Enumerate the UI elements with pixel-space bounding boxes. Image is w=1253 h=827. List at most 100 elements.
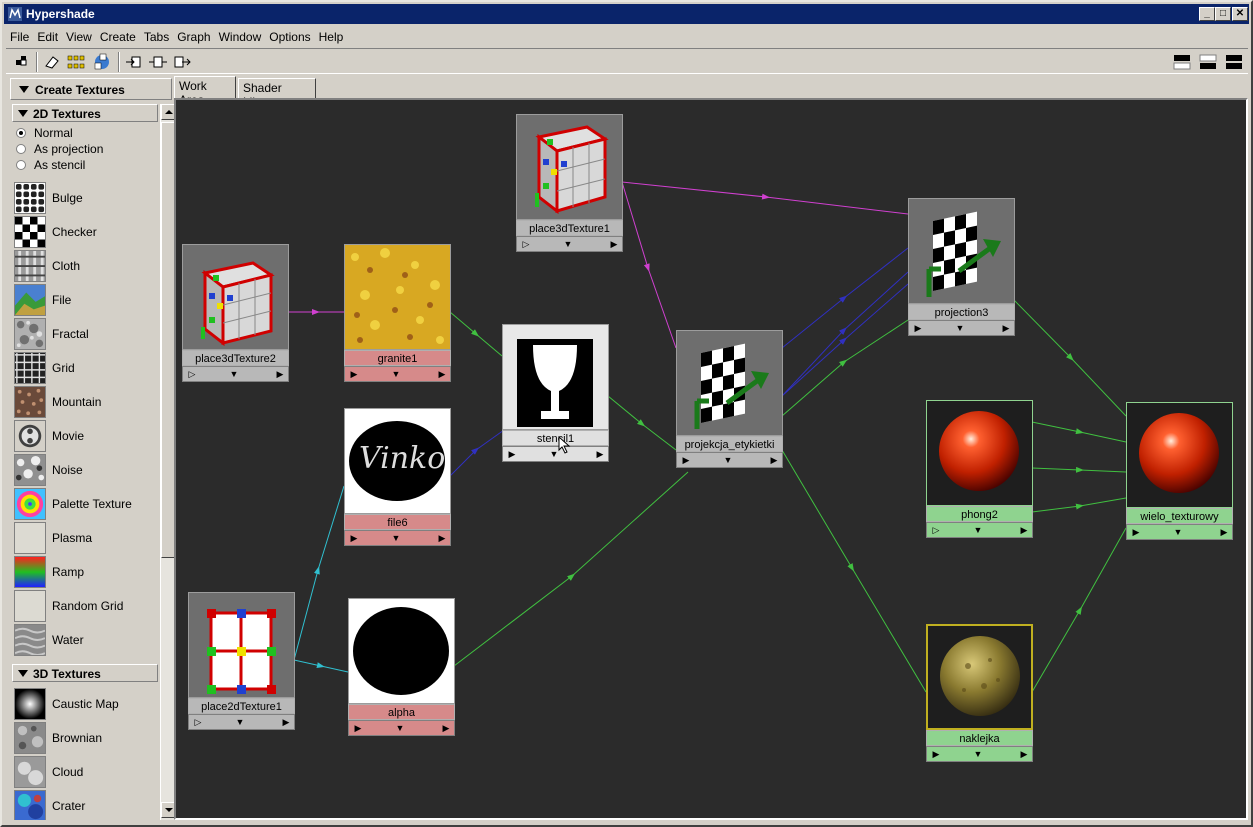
play-icon[interactable]: ▶ (999, 321, 1013, 335)
texture-checker[interactable]: Checker (12, 216, 156, 248)
play-icon[interactable]: ▶ (347, 531, 361, 545)
close-button[interactable]: ✕ (1232, 7, 1248, 21)
expand-down-icon[interactable]: ▼ (389, 531, 403, 545)
maximize-button[interactable]: □ (1215, 7, 1231, 21)
radio-as-projection[interactable]: As projection (14, 142, 154, 156)
expand-down-icon[interactable]: ▼ (227, 367, 241, 381)
menu-graph[interactable]: Graph (173, 28, 214, 46)
play-icon[interactable]: ▶ (435, 531, 449, 545)
collapse-triangle-icon[interactable] (19, 86, 29, 93)
input-output-connections-icon[interactable] (148, 52, 168, 72)
node-place2dtexture1[interactable]: place2dTexture1 ▷ ▼ ▶ (188, 592, 295, 732)
radio-dot[interactable] (16, 144, 26, 154)
menu-window[interactable]: Window (215, 28, 266, 46)
node-granite1[interactable]: granite1 ▶ ▼ ▶ (344, 244, 451, 384)
texture-bulge[interactable]: Bulge (12, 182, 156, 214)
collapse-triangle-icon[interactable] (18, 670, 28, 677)
layout-top-only-icon[interactable] (1172, 52, 1192, 72)
toggle-create-bar-icon[interactable] (12, 52, 32, 72)
layout-bottom-only-icon[interactable] (1198, 52, 1218, 72)
menu-tabs[interactable]: Tabs (140, 28, 173, 46)
play-icon[interactable]: ▶ (435, 367, 449, 381)
play-icon[interactable]: ▶ (593, 447, 607, 461)
play-icon[interactable]: ▶ (347, 367, 361, 381)
expand-down-icon[interactable]: ▼ (561, 237, 575, 251)
texture-file[interactable]: File (12, 284, 156, 316)
play-icon[interactable]: ▶ (911, 321, 925, 335)
node-wielo-texturowy[interactable]: wielo_texturowy ▶ ▼ ▶ (1126, 402, 1233, 542)
radio-dot[interactable] (16, 128, 26, 138)
node-place3dtexture1[interactable]: place3dTexture1 ▷ ▼ ▶ (516, 114, 623, 254)
play-icon[interactable]: ▶ (351, 721, 365, 735)
texture-plasma[interactable]: Plasma (12, 522, 156, 554)
texture-palette[interactable]: Palette Texture (12, 488, 156, 520)
input-connections-icon[interactable] (124, 52, 144, 72)
expand-down-icon[interactable]: ▼ (971, 523, 985, 537)
node-projekcja-etykietki[interactable]: projekcja_etykietki ▶ ▼ ▶ (676, 330, 783, 470)
expand-right-icon[interactable]: ▷ (191, 715, 205, 729)
play-icon[interactable]: ▶ (1129, 525, 1143, 539)
menu-create[interactable]: Create (96, 28, 140, 46)
output-connections-icon[interactable] (172, 52, 192, 72)
play-icon[interactable]: ▶ (273, 367, 287, 381)
tab-work-area[interactable]: Work Area (174, 76, 236, 107)
radio-dot[interactable] (16, 160, 26, 170)
radio-as-stencil[interactable]: As stencil (14, 158, 154, 172)
menu-help[interactable]: Help (315, 28, 348, 46)
graph-input-output-icon[interactable] (66, 52, 86, 72)
minimize-button[interactable]: _ (1199, 7, 1215, 21)
expand-right-icon[interactable]: ▷ (929, 523, 943, 537)
texture-brownian[interactable]: Brownian (12, 722, 156, 754)
node-place3dtexture2[interactable]: place3dTexture2 ▷ ▼ ▶ (182, 244, 289, 384)
play-icon[interactable]: ▶ (607, 237, 621, 251)
graph-network-icon[interactable] (92, 52, 112, 72)
node-naklejka[interactable]: naklejka ▶ ▼ ▶ (926, 624, 1033, 764)
title-bar[interactable]: Hypershade _ □ ✕ (4, 4, 1249, 24)
texture-mountain[interactable]: Mountain (12, 386, 156, 418)
menu-options[interactable]: Options (265, 28, 314, 46)
play-icon[interactable]: ▶ (1217, 525, 1231, 539)
texture-noise[interactable]: Noise (12, 454, 156, 486)
menu-view[interactable]: View (62, 28, 96, 46)
work-area-graph[interactable]: place3dTexture2 ▷ ▼ ▶ granite1 ▶ ▼ ▶ place3d… (174, 98, 1248, 820)
play-icon[interactable]: ▶ (679, 453, 693, 467)
play-icon[interactable]: ▶ (439, 721, 453, 735)
play-icon[interactable]: ▶ (279, 715, 293, 729)
menu-edit[interactable]: Edit (33, 28, 62, 46)
expand-down-icon[interactable]: ▼ (389, 367, 403, 381)
expand-down-icon[interactable]: ▼ (1171, 525, 1185, 539)
node-alpha[interactable]: alpha ▶ ▼ ▶ (348, 598, 455, 738)
section-3d-textures[interactable]: 3D Textures (12, 664, 158, 682)
node-projection3[interactable]: projection3 ▶ ▼ ▶ (908, 198, 1015, 338)
texture-water[interactable]: Water (12, 624, 156, 656)
tab-shader-library[interactable]: Shader Library (238, 78, 316, 109)
radio-normal[interactable]: Normal (14, 126, 154, 140)
play-icon[interactable]: ▶ (1017, 523, 1031, 537)
texture-cloud[interactable]: Cloud (12, 756, 156, 788)
eraser-icon[interactable] (42, 52, 62, 72)
texture-movie[interactable]: Movie (12, 420, 156, 452)
texture-ramp[interactable]: Ramp (12, 556, 156, 588)
section-2d-textures[interactable]: 2D Textures (12, 104, 158, 122)
layout-split-icon[interactable] (1224, 52, 1244, 72)
expand-down-icon[interactable]: ▼ (953, 321, 967, 335)
expand-down-icon[interactable]: ▼ (721, 453, 735, 467)
texture-cloth[interactable]: Cloth (12, 250, 156, 282)
expand-down-icon[interactable]: ▼ (971, 747, 985, 761)
texture-crater[interactable]: Crater (12, 790, 156, 820)
texture-random-grid[interactable]: Random Grid (12, 590, 156, 622)
menu-file[interactable]: File (6, 28, 33, 46)
node-stencil1[interactable]: stencil1 ▶ ▼ ▶ (502, 324, 609, 464)
play-icon[interactable]: ▶ (767, 453, 781, 467)
texture-grid[interactable]: Grid (12, 352, 156, 384)
expand-down-icon[interactable]: ▼ (233, 715, 247, 729)
node-phong2[interactable]: phong2 ▷ ▼ ▶ (926, 400, 1033, 540)
expand-down-icon[interactable]: ▼ (393, 721, 407, 735)
play-icon[interactable]: ▶ (1017, 747, 1031, 761)
play-icon[interactable]: ▶ (929, 747, 943, 761)
expand-right-icon[interactable]: ▷ (519, 237, 533, 251)
expand-right-icon[interactable]: ▷ (185, 367, 199, 381)
texture-fractal[interactable]: Fractal (12, 318, 156, 350)
texture-caustic-map[interactable]: Caustic Map (12, 688, 156, 720)
play-icon[interactable]: ▶ (505, 447, 519, 461)
